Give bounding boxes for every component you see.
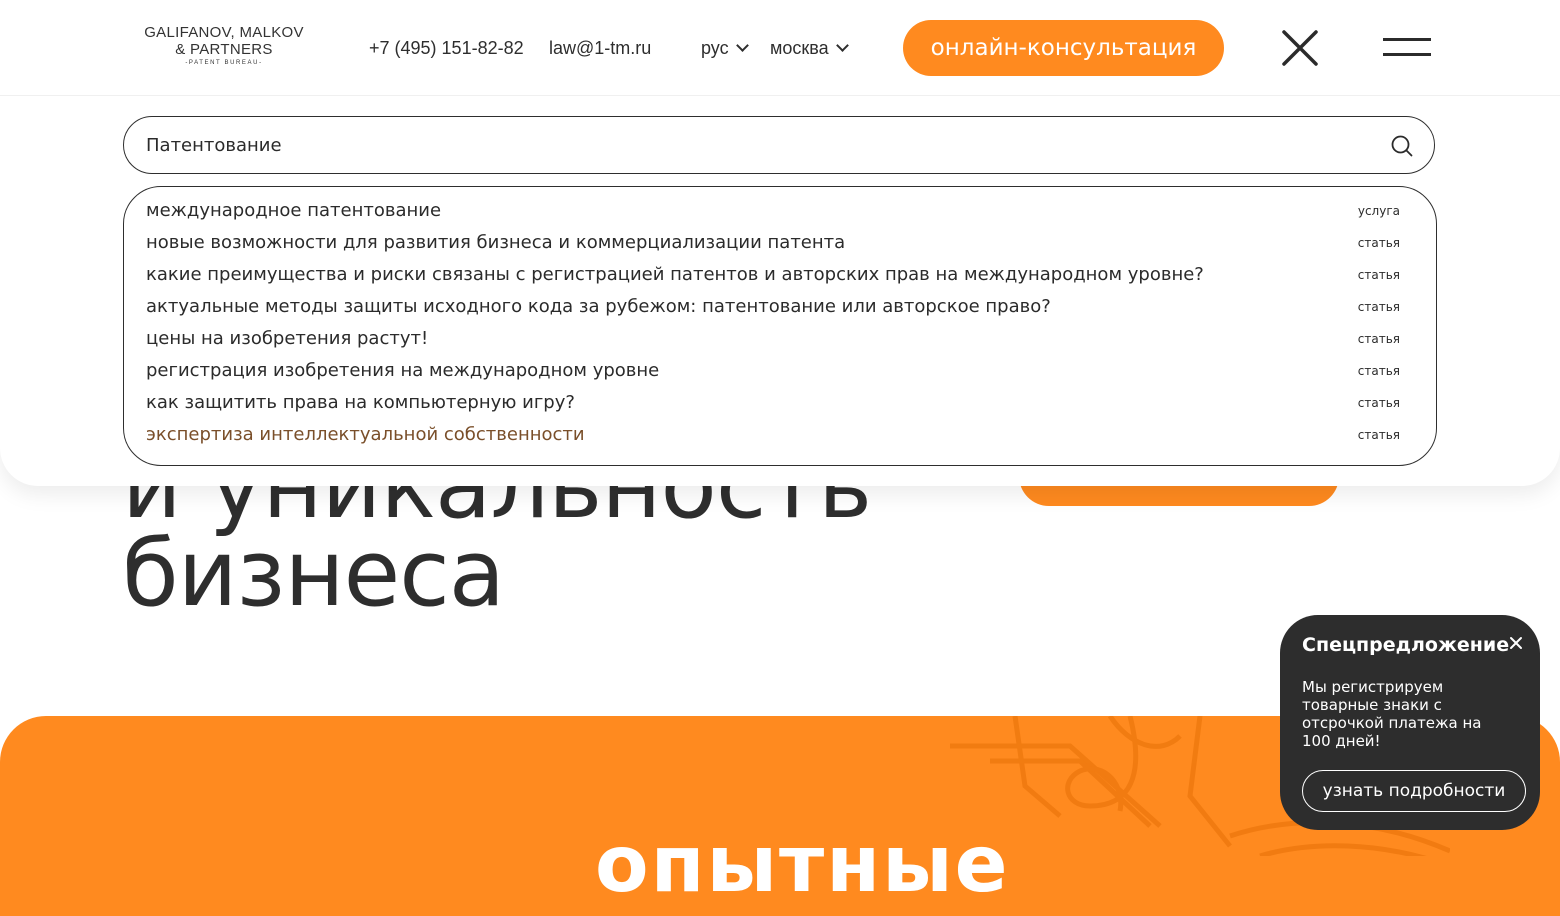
search-result-type: статья (1357, 428, 1400, 442)
search-result-type: статья (1357, 364, 1400, 378)
search-result-title: экспертиза интеллектуальной собственност… (146, 424, 585, 445)
search-result-item[interactable]: актуальные методы защиты исходного кода … (124, 292, 1436, 324)
promo-title: Спецпредложение (1302, 634, 1510, 656)
hero-title-line-2: бизнеса (122, 520, 505, 627)
search-result-item[interactable]: цены на изобретения растут! статья (124, 324, 1436, 356)
company-logo[interactable]: GALIFANOV, MALKOV & PARTNERS -PATENT BUR… (139, 24, 309, 66)
search-panel: международное патентование услуга новые во… (0, 95, 1560, 486)
city-selector[interactable]: москва (770, 37, 849, 59)
search-result-item[interactable]: какие преимущества и риски связаны с рег… (124, 260, 1436, 292)
search-result-title: новые возможности для развития бизнеса и… (146, 232, 846, 253)
search-result-title: как защитить права на компьютерную игру? (146, 392, 575, 413)
search-results-dropdown: международное патентование услуга новые во… (123, 186, 1437, 466)
search-result-type: статья (1357, 396, 1400, 410)
search-result-title: международное патентование (146, 200, 442, 221)
online-consultation-button[interactable]: онлайн-консультация (903, 20, 1224, 76)
close-search-icon[interactable] (1280, 28, 1320, 68)
search-result-type: статья (1357, 236, 1400, 250)
language-selector[interactable]: рус (701, 37, 749, 59)
search-result-type: статья (1357, 300, 1400, 314)
search-result-title: цены на изобретения растут! (146, 328, 429, 349)
learn-more-button[interactable]: узнать подробности (1302, 770, 1526, 812)
logo-line-2: & PARTNERS (175, 41, 273, 58)
search-result-item[interactable]: как защитить права на компьютерную игру?… (124, 388, 1436, 420)
language-label: рус (701, 38, 729, 58)
search-result-item[interactable]: новые возможности для развития бизнеса и… (124, 228, 1436, 260)
search-box (123, 116, 1435, 174)
search-result-title: регистрация изобретения на международном… (146, 360, 660, 381)
search-icon[interactable] (1390, 134, 1414, 158)
search-result-item[interactable]: регистрация изобретения на международном… (124, 356, 1436, 388)
search-result-type: статья (1357, 268, 1400, 282)
logo-line-1: GALIFANOV, MALKOV (144, 24, 304, 41)
search-result-type: услуга (1357, 204, 1400, 218)
search-result-type: статья (1357, 332, 1400, 346)
chevron-down-icon (735, 39, 749, 52)
email-link[interactable]: law@1-tm.ru (549, 37, 651, 59)
search-result-title: актуальные методы защиты исходного кода … (146, 296, 1051, 317)
section-heading: опытные (595, 820, 1010, 910)
close-icon[interactable] (1508, 635, 1524, 651)
chevron-down-icon (835, 39, 849, 52)
site-header: GALIFANOV, MALKOV & PARTNERS -PATENT BUR… (0, 0, 1560, 96)
city-label: москва (770, 38, 829, 58)
search-result-item[interactable]: экспертиза интеллектуальной собственност… (124, 420, 1436, 452)
promo-text: Мы регистрируем товарные знаки с отсрочк… (1302, 678, 1482, 750)
phone-link[interactable]: +7 (495) 151-82-82 (369, 37, 524, 59)
search-result-title: какие преимущества и риски связаны с рег… (146, 264, 1204, 285)
special-offer-popup: Спецпредложение Мы регистрируем товарные… (1280, 615, 1540, 830)
search-input[interactable] (146, 117, 1366, 173)
logo-line-3: -PATENT BUREAU- (185, 60, 263, 66)
search-result-item[interactable]: международное патентование услуга (124, 196, 1436, 228)
menu-burger-icon[interactable] (1383, 38, 1431, 58)
